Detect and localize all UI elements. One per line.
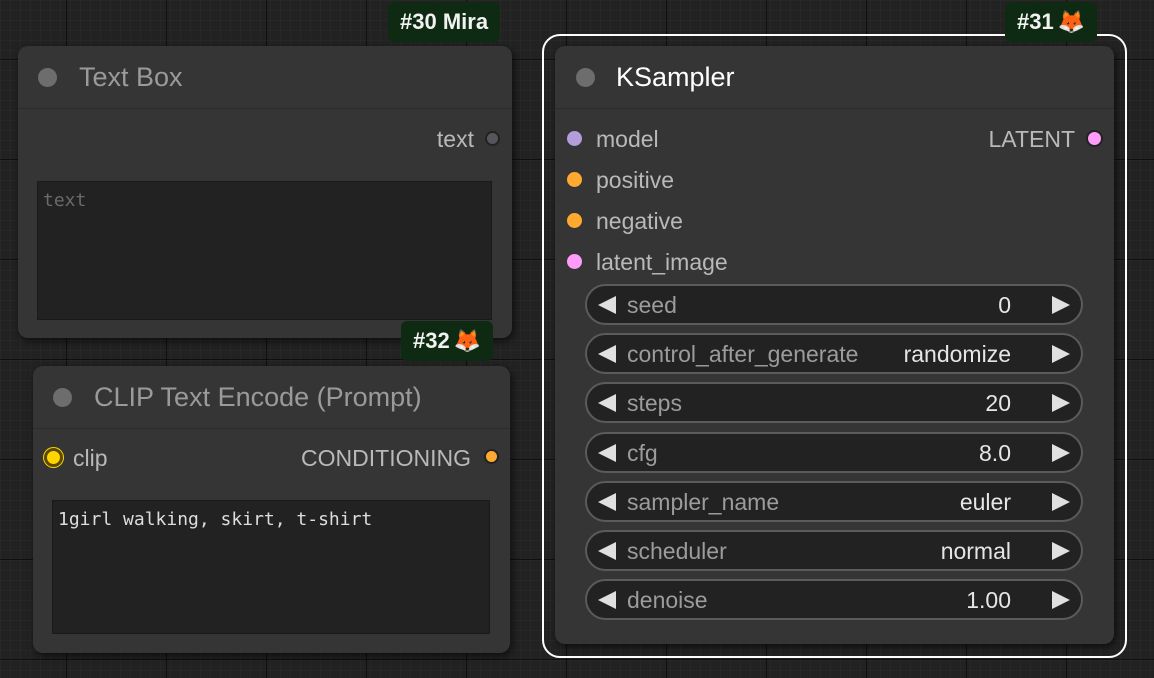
input-label-positive: positive — [596, 167, 674, 193]
widget-name: control_after_generate — [627, 341, 859, 367]
text-box-header[interactable]: Text Box — [18, 46, 512, 109]
increment-arrow-icon[interactable] — [1052, 394, 1070, 412]
collapse-toggle-icon[interactable] — [38, 68, 57, 87]
widget-value: randomize — [903, 341, 1011, 367]
clip-node-header[interactable]: CLIP Text Encode (Prompt) — [33, 366, 510, 429]
input-slot-model[interactable] — [567, 131, 582, 146]
decrement-arrow-icon[interactable] — [598, 542, 616, 560]
input-slot-negative[interactable] — [567, 213, 582, 228]
widget-name: steps — [627, 390, 682, 416]
node-badge-32: #32 🦊 — [401, 321, 494, 361]
badge-id: #32 — [413, 328, 450, 353]
decrement-arrow-icon[interactable] — [598, 493, 616, 511]
widget-cfg[interactable]: cfg 8.0 — [585, 432, 1083, 473]
widget-name: scheduler — [627, 538, 727, 564]
decrement-arrow-icon[interactable] — [598, 345, 616, 363]
prompt-textarea[interactable]: 1girl walking, skirt, t-shirt — [52, 500, 490, 634]
widget-steps[interactable]: steps 20 — [585, 382, 1083, 423]
ksampler-node[interactable]: KSampler model positive negative latent_… — [555, 46, 1114, 644]
increment-arrow-icon[interactable] — [1052, 591, 1070, 609]
increment-arrow-icon[interactable] — [1052, 493, 1070, 511]
widget-seed[interactable]: seed 0 — [585, 284, 1083, 325]
widget-value: normal — [940, 538, 1011, 564]
increment-arrow-icon[interactable] — [1052, 542, 1070, 560]
badge-label: #30 Mira — [400, 9, 489, 34]
widget-value: 8.0 — [979, 440, 1011, 466]
input-label-negative: negative — [596, 208, 683, 234]
decrement-arrow-icon[interactable] — [598, 296, 616, 314]
widget-value: 1.00 — [966, 587, 1011, 613]
widget-value: 20 — [985, 390, 1011, 416]
input-label-clip: clip — [73, 445, 108, 471]
text-input[interactable]: text — [37, 181, 492, 320]
output-label-latent: LATENT — [988, 126, 1075, 152]
widget-denoise[interactable]: denoise 1.00 — [585, 579, 1083, 620]
clip-text-encode-node[interactable]: CLIP Text Encode (Prompt) clip CONDITION… — [33, 366, 510, 653]
widget-name: denoise — [627, 587, 708, 613]
node-title: Text Box — [79, 62, 183, 92]
output-slot-conditioning[interactable] — [484, 449, 499, 464]
input-label-latent-image: latent_image — [596, 249, 728, 275]
input-slot-positive[interactable] — [567, 172, 582, 187]
node-badge-31: #31 🦊 — [1005, 2, 1098, 42]
widget-value: 0 — [998, 292, 1011, 318]
increment-arrow-icon[interactable] — [1052, 296, 1070, 314]
input-label-model: model — [596, 126, 659, 152]
increment-arrow-icon[interactable] — [1052, 444, 1070, 462]
output-label-conditioning: CONDITIONING — [301, 445, 471, 471]
decrement-arrow-icon[interactable] — [598, 444, 616, 462]
widget-name: cfg — [627, 440, 658, 466]
widget-sampler-name[interactable]: sampler_name euler — [585, 481, 1083, 522]
node-badge-30: #30 Mira — [388, 2, 501, 42]
output-label-text: text — [436, 126, 474, 152]
widget-control-after-generate[interactable]: control_after_generate randomize — [585, 333, 1083, 374]
fox-icon: 🦊 — [453, 328, 482, 353]
widget-name: sampler_name — [627, 489, 780, 515]
increment-arrow-icon[interactable] — [1052, 345, 1070, 363]
ksampler-header[interactable]: KSampler — [555, 46, 1114, 109]
collapse-toggle-icon[interactable] — [576, 68, 595, 87]
input-slot-latent-image[interactable] — [567, 254, 582, 269]
widget-value: euler — [959, 489, 1011, 515]
output-slot-latent[interactable] — [1086, 130, 1103, 147]
collapse-toggle-icon[interactable] — [53, 388, 72, 407]
decrement-arrow-icon[interactable] — [598, 591, 616, 609]
widget-scheduler[interactable]: scheduler normal — [585, 530, 1083, 571]
decrement-arrow-icon[interactable] — [598, 394, 616, 412]
node-title: KSampler — [616, 62, 735, 92]
widget-name: seed — [627, 292, 677, 318]
fox-icon: 🦊 — [1057, 9, 1086, 34]
badge-id: #31 — [1017, 9, 1054, 34]
input-slot-clip[interactable] — [44, 448, 63, 467]
text-box-node[interactable]: Text Box text text — [18, 46, 512, 338]
output-slot-text[interactable] — [485, 131, 500, 146]
node-title: CLIP Text Encode (Prompt) — [94, 382, 422, 412]
